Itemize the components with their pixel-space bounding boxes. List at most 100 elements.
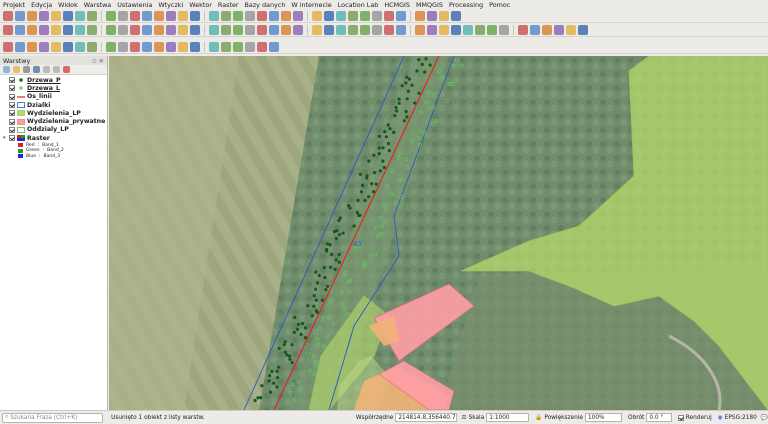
filter-icon[interactable] <box>33 66 40 73</box>
row2-tool-icon-39[interactable] <box>499 24 509 35</box>
row2-tool-icon-22[interactable] <box>281 24 291 35</box>
tree-point[interactable] <box>393 114 397 118</box>
tree-point[interactable] <box>405 97 409 101</box>
row3-tool-icon-0[interactable] <box>3 41 13 52</box>
row1-tool-icon-21[interactable] <box>269 10 279 21</box>
tree-point[interactable] <box>361 183 365 187</box>
locator-search[interactable]: ⌕ Szukana Fraza (Ctrl+K) <box>2 412 104 423</box>
row2-tool-icon-45[interactable] <box>578 24 588 35</box>
row2-tool-icon-21[interactable] <box>269 24 279 35</box>
tree-point[interactable] <box>356 198 360 202</box>
tree-point[interactable] <box>288 354 292 358</box>
tree-point[interactable] <box>337 218 341 222</box>
row1-tool-icon-19[interactable] <box>245 10 255 21</box>
tree-point[interactable] <box>312 294 316 298</box>
eye-icon[interactable] <box>23 66 30 73</box>
row1-tool-icon-32[interactable] <box>415 10 425 21</box>
tree-point[interactable] <box>333 267 337 271</box>
row2-tool-icon-32[interactable] <box>415 24 425 35</box>
tree-point[interactable] <box>388 127 392 131</box>
tree-point[interactable] <box>397 101 401 105</box>
collapse-icon[interactable] <box>53 66 60 73</box>
tree-point[interactable] <box>367 159 371 163</box>
row1-tool-icon-10[interactable] <box>130 10 140 21</box>
row3-tool-icon-3[interactable] <box>39 41 49 52</box>
row1-tool-icon-27[interactable] <box>348 10 358 21</box>
row1-tool-icon-7[interactable] <box>87 10 97 21</box>
layer-visibility-checkbox[interactable] <box>9 135 15 142</box>
tree-point[interactable] <box>293 315 297 319</box>
tree-point[interactable] <box>406 89 410 93</box>
row1-tool-icon-16[interactable] <box>209 10 219 21</box>
tree-point[interactable] <box>394 105 398 110</box>
tree-point[interactable] <box>324 288 328 292</box>
tree-point[interactable] <box>329 265 333 269</box>
row3-tool-icon-18[interactable] <box>233 41 243 52</box>
row2-tool-icon-14[interactable] <box>178 24 188 35</box>
tree-point[interactable] <box>337 252 341 256</box>
row2-tool-icon-27[interactable] <box>348 24 358 35</box>
row1-tool-icon-15[interactable] <box>190 10 200 21</box>
menu-item-3[interactable]: Warstwa <box>84 1 111 9</box>
tree-point[interactable] <box>410 83 414 87</box>
tree-point[interactable] <box>314 298 318 302</box>
row2-tool-icon-8[interactable] <box>106 24 116 35</box>
tree-point[interactable] <box>402 119 406 123</box>
row1-tool-icon-0[interactable] <box>3 10 13 21</box>
row3-tool-icon-17[interactable] <box>221 41 231 52</box>
tree-point[interactable] <box>332 229 336 234</box>
tree-point[interactable] <box>276 376 280 380</box>
menu-item-14[interactable]: Pomoc <box>489 1 510 9</box>
panel-controls[interactable]: ▫ ✕ <box>92 57 104 65</box>
tree-point[interactable] <box>415 69 419 73</box>
expand-icon[interactable] <box>43 66 50 73</box>
row2-tool-icon-0[interactable] <box>3 24 13 35</box>
row1-tool-icon-13[interactable] <box>166 10 176 21</box>
scale-field[interactable]: 1:1000 <box>486 413 530 422</box>
tree-point[interactable] <box>325 242 330 246</box>
row3-tool-icon-15[interactable] <box>190 41 200 52</box>
menu-item-10[interactable]: Location Lab <box>338 1 379 9</box>
layer-visibility-checkbox[interactable] <box>9 102 15 109</box>
row2-tool-icon-15[interactable] <box>190 24 200 35</box>
tree-point[interactable] <box>359 190 363 194</box>
layer-visibility-checkbox[interactable] <box>9 85 15 92</box>
row2-tool-icon-11[interactable] <box>142 24 152 35</box>
tree-point[interactable] <box>377 152 381 156</box>
row2-tool-icon-33[interactable] <box>427 24 437 35</box>
row2-tool-icon-42[interactable] <box>542 24 552 35</box>
tree-point[interactable] <box>370 182 374 186</box>
row1-tool-icon-31[interactable] <box>396 10 406 21</box>
menu-item-5[interactable]: Wtyczki <box>158 1 183 9</box>
row1-tool-icon-24[interactable] <box>312 10 322 21</box>
remove-layer-icon[interactable] <box>63 66 70 73</box>
row2-tool-icon-6[interactable] <box>75 24 85 35</box>
row1-tool-icon-11[interactable] <box>142 10 152 21</box>
tree-point[interactable] <box>378 169 382 173</box>
row3-tool-icon-20[interactable] <box>257 41 267 52</box>
tree-point[interactable] <box>374 182 378 186</box>
tree-point[interactable] <box>295 327 299 331</box>
tree-point[interactable] <box>372 190 376 194</box>
row1-tool-icon-35[interactable] <box>451 10 461 21</box>
menu-item-9[interactable]: W internecie <box>291 1 331 9</box>
tree-point[interactable] <box>400 84 404 88</box>
tree-point[interactable] <box>296 322 301 326</box>
row2-tool-icon-43[interactable] <box>554 24 564 35</box>
row3-tool-icon-16[interactable] <box>209 41 219 52</box>
row2-tool-icon-30[interactable] <box>384 24 394 35</box>
row1-tool-icon-1[interactable] <box>15 10 25 21</box>
row1-tool-icon-4[interactable] <box>51 10 61 21</box>
row2-tool-icon-25[interactable] <box>324 24 334 35</box>
row3-tool-icon-12[interactable] <box>154 41 164 52</box>
tree-point[interactable] <box>322 265 326 270</box>
layer-visibility-checkbox[interactable] <box>9 93 15 100</box>
tree-point[interactable] <box>383 130 387 134</box>
tree-point[interactable] <box>314 270 318 274</box>
tree-point[interactable] <box>417 91 421 95</box>
tree-point[interactable] <box>268 390 273 394</box>
menu-item-4[interactable]: Ustawienia <box>117 1 152 9</box>
tree-point[interactable] <box>377 134 382 138</box>
layer-row-dzialki[interactable]: Dzialki <box>0 101 107 109</box>
tree-point[interactable] <box>381 159 385 163</box>
